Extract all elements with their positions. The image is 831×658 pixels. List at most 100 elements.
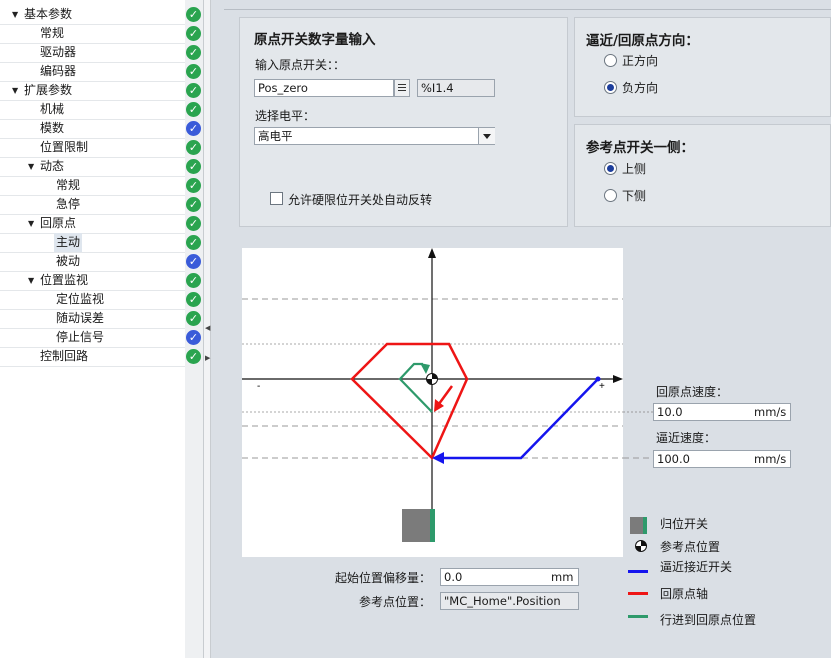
chevron-down-icon (483, 134, 491, 139)
tree-item-position-limits[interactable]: 位置限制 (0, 138, 185, 157)
tree-item-general[interactable]: 常规 (0, 24, 185, 43)
expand-arrow-icon[interactable]: ▼ (28, 157, 34, 176)
status-ok-icon: ✓ (186, 159, 201, 174)
homing-speed-unit: mm/s (754, 405, 787, 419)
status-ok-icon: ✓ (186, 102, 201, 117)
tree-item-mechanics[interactable]: 机械 (0, 100, 185, 119)
reference-position-label: 参考点位置： (359, 595, 432, 609)
status-ok-icon: ✓ (186, 197, 201, 212)
direction-negative-label: 负方向 (622, 81, 659, 95)
legend-reference-point-label: 参考点位置 (660, 540, 721, 554)
approach-start-dot (595, 376, 601, 382)
auto-reverse-checkbox[interactable] (270, 192, 283, 205)
homing-speed-input[interactable]: 10.0 mm/s (653, 403, 791, 421)
status-check-blue-icon: ✓ (186, 330, 201, 345)
tree-item-position-monitoring[interactable]: ▼ 位置监视 (0, 271, 185, 290)
level-select[interactable]: 高电平 (254, 127, 495, 145)
ref-side-upper-label: 上侧 (622, 162, 647, 176)
status-ok-icon: ✓ (186, 64, 201, 79)
level-dropdown-button[interactable] (478, 128, 495, 144)
approach-speed-unit: mm/s (754, 452, 787, 466)
axis-minus-label: - (257, 381, 260, 392)
status-ok-icon: ✓ (186, 26, 201, 41)
home-switch-block (402, 509, 432, 542)
start-offset-value: 0.0 (444, 570, 463, 584)
level-select-value: 高电平 (258, 129, 293, 143)
status-ok-icon: ✓ (186, 7, 201, 22)
legend-homing-axis-label: 回原点轴 (660, 587, 709, 601)
auto-reverse-label: 允许硬限位开关处自动反转 (288, 193, 433, 207)
approach-line-swatch (628, 570, 648, 573)
approach-path (444, 378, 599, 460)
status-ok-icon: ✓ (186, 273, 201, 288)
legend-home-switch-label: 归位开关 (660, 517, 709, 531)
status-ok-icon: ✓ (186, 349, 201, 364)
reference-side-heading: 参考点开关一侧： (586, 140, 694, 156)
tree-item-basic-params[interactable]: ▼ 基本参数 (0, 5, 185, 24)
input-home-switch-label: 输入原点开关：： (255, 58, 346, 72)
reference-position-field: "MC_Home".Position (440, 592, 579, 610)
expand-arrow-icon[interactable]: ▼ (28, 214, 34, 233)
home-switch-edge (430, 509, 435, 542)
list-icon (398, 84, 406, 91)
pane-splitter[interactable]: ◀ ▶ (203, 0, 211, 658)
travel-line-swatch (628, 615, 648, 618)
collapse-left-icon[interactable]: ◀ (205, 322, 210, 334)
direction-positive-radio[interactable] (604, 54, 617, 67)
tree-item-control-loop[interactable]: 控制回路 (0, 347, 185, 366)
tree-item-passive-homing[interactable]: 被动 (0, 252, 185, 271)
status-ok-icon: ✓ (186, 311, 201, 326)
homing-diagram: - + (242, 248, 623, 557)
status-ok-icon: ✓ (186, 292, 201, 307)
homing-speed-value: 10.0 (657, 405, 683, 419)
divider (224, 9, 831, 10)
tree-item-homing[interactable]: ▼ 回原点 (0, 214, 185, 233)
tree-item-drive[interactable]: 驱动器 (0, 43, 185, 62)
expand-right-icon[interactable]: ▶ (205, 352, 210, 364)
expand-arrow-icon[interactable]: ▼ (12, 81, 18, 100)
x-axis-arrow (613, 375, 623, 383)
tree-item-dynamics-general[interactable]: 常规 (0, 176, 185, 195)
status-ok-icon: ✓ (186, 235, 201, 250)
direction-heading: 逼近/回原点方向： (586, 33, 699, 49)
expand-arrow-icon[interactable]: ▼ (28, 271, 34, 290)
approach-speed-label: 逼近速度： (656, 431, 717, 445)
tree-item-modulo[interactable]: 模数 (0, 119, 185, 138)
start-offset-input[interactable]: 0.0 mm (440, 568, 579, 586)
expand-arrow-icon[interactable]: ▼ (12, 5, 18, 24)
tree-item-following-error[interactable]: 随动误差 (0, 309, 185, 328)
approach-speed-input[interactable]: 100.0 mm/s (653, 450, 791, 468)
level-label: 选择电平： (255, 109, 316, 123)
status-ok-icon: ✓ (186, 178, 201, 193)
legend-approach-label: 逼近接近开关 (660, 560, 733, 574)
direction-negative-radio[interactable] (604, 81, 617, 94)
tree-item-extended-params[interactable]: ▼ 扩展参数 (0, 81, 185, 100)
tree-item-positioning-monitor[interactable]: 定位监视 (0, 290, 185, 309)
tree-item-active-homing[interactable]: 主动 (0, 233, 185, 252)
divider (0, 366, 185, 367)
status-ok-icon: ✓ (186, 83, 201, 98)
status-ok-icon: ✓ (186, 45, 201, 60)
y-axis-arrow (428, 248, 436, 258)
home-switch-input[interactable]: Pos_zero (254, 79, 394, 97)
ref-side-upper-radio[interactable] (604, 162, 617, 175)
approach-speed-value: 100.0 (657, 452, 690, 466)
ref-side-lower-label: 下侧 (622, 189, 647, 203)
direction-positive-label: 正方向 (622, 54, 659, 68)
browse-button[interactable] (394, 79, 410, 97)
tree-item-emergency-stop[interactable]: 急停 (0, 195, 185, 214)
axis-plus-label: + (599, 381, 605, 392)
tree-item-encoder[interactable]: 编码器 (0, 62, 185, 81)
tree-item-dynamics[interactable]: ▼ 动态 (0, 157, 185, 176)
homing-axis-path (350, 342, 469, 461)
homing-diagram-svg: - + (242, 248, 623, 542)
start-offset-unit: mm (551, 570, 574, 584)
ref-side-lower-radio[interactable] (604, 189, 617, 202)
tree-item-stop-signal[interactable]: 停止信号 (0, 328, 185, 347)
status-check-blue-icon: ✓ (186, 121, 201, 136)
switch-block-icon (630, 517, 647, 534)
status-check-blue-icon: ✓ (186, 254, 201, 269)
homing-line-swatch (628, 592, 648, 595)
status-ok-icon: ✓ (186, 216, 201, 231)
status-column (185, 0, 203, 658)
